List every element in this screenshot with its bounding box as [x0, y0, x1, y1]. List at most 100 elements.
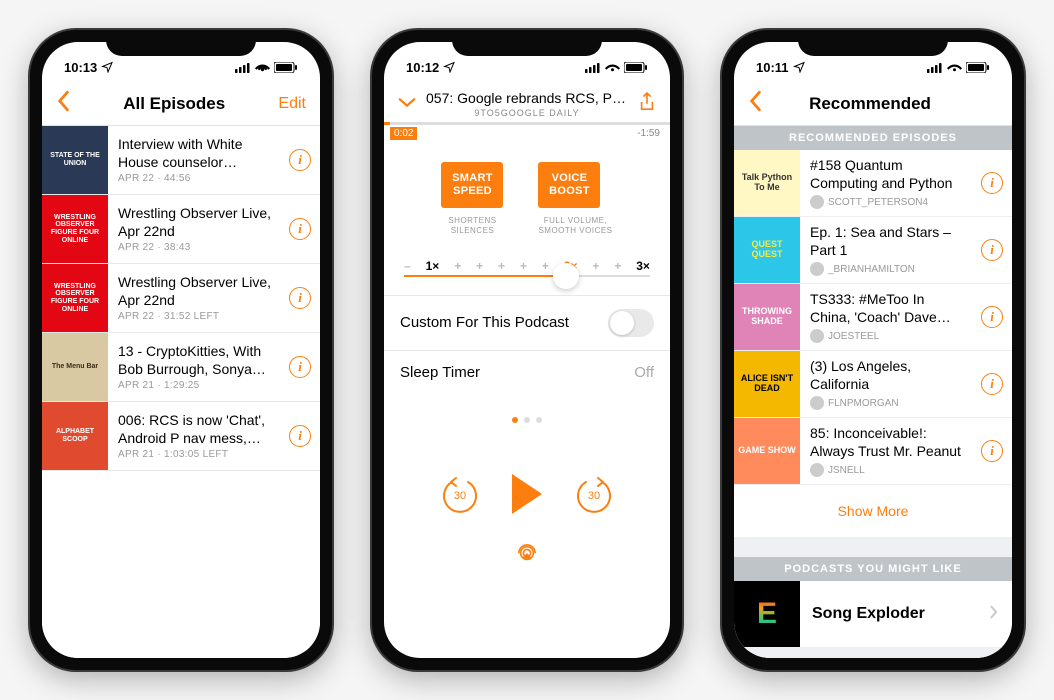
voice-boost-button[interactable]: VOICE BOOST — [538, 162, 600, 208]
time-elapsed: 0:02 — [390, 127, 417, 140]
episode-row[interactable]: WRESTLING OBSERVER FIGURE FOUR ONLINEWre… — [42, 195, 320, 264]
episode-row[interactable]: The Menu Bar13 - CryptoKitties, With Bob… — [42, 333, 320, 402]
show-more-button[interactable]: Show More — [734, 485, 1012, 537]
episode-title: TS333: #MeToo In China, 'Coach' Dave Dau… — [810, 291, 968, 326]
signal-icon — [585, 62, 601, 73]
collapse-button[interactable] — [398, 95, 416, 113]
speed-slider[interactable] — [404, 275, 650, 277]
recommended-scroll[interactable]: RECOMMENDED EPISODES Talk Python To Me#1… — [734, 126, 1012, 658]
share-button[interactable] — [638, 91, 656, 118]
custom-toggle-row[interactable]: Custom For This Podcast — [384, 295, 670, 350]
player-header: 057: Google rebrands RCS, Please a... 9T… — [384, 82, 670, 122]
episode-title: 006: RCS is now 'Chat', Android P nav me… — [118, 412, 274, 447]
recommended-row[interactable]: GAME SHOW 85: Inconceivable!: Always Trus… — [734, 418, 1012, 485]
podcast-row[interactable]: E Song Exploder — [734, 581, 1012, 647]
info-button[interactable]: i — [972, 373, 1012, 395]
avatar-icon — [810, 262, 824, 276]
episode-list[interactable]: STATE OF THE UNION Interview with White H… — [42, 126, 320, 658]
skip-back-button[interactable]: 30 — [440, 474, 480, 514]
info-button[interactable]: i — [280, 356, 320, 378]
episode-meta: APR 22 · 31:52 LEFT — [118, 311, 274, 322]
location-icon — [793, 61, 805, 73]
episode-title: Wrestling Observer Live, Apr 22nd — [118, 274, 274, 309]
progress-bar[interactable] — [384, 122, 670, 125]
notch — [798, 30, 948, 56]
page-indicator[interactable] — [384, 394, 670, 444]
battery-icon — [274, 62, 298, 73]
recommended-row[interactable]: ALICE ISN'T DEAD(3) Los Angeles, Califor… — [734, 351, 1012, 418]
recommender: JOESTEEL — [810, 329, 968, 343]
voice-boost-block: VOICE BOOST FULL VOLUME, SMOOTH VOICES — [538, 162, 612, 237]
avatar-icon — [810, 195, 824, 209]
episode-artwork: GAME SHOW — [734, 418, 800, 484]
location-icon — [443, 61, 455, 73]
page-title: Recommended — [762, 94, 978, 114]
skip-forward-button[interactable]: 30 — [574, 474, 614, 514]
page-title: All Episodes — [70, 94, 278, 114]
voice-boost-desc: FULL VOLUME, SMOOTH VOICES — [538, 216, 612, 237]
info-button[interactable]: i — [280, 425, 320, 447]
info-button[interactable]: i — [972, 239, 1012, 261]
episode-artwork: STATE OF THE UNION — [42, 126, 108, 194]
status-time: 10:12 — [406, 60, 439, 75]
episode-meta: APR 22 · 38:43 — [118, 242, 274, 253]
recommended-row[interactable]: THROWING SHADE TS333: #MeToo In China, 'C… — [734, 284, 1012, 351]
podcast-name: 9TO5GOOGLE DAILY — [426, 108, 628, 118]
nav-bar: Recommended — [734, 82, 1012, 126]
info-button[interactable]: i — [280, 218, 320, 240]
custom-label: Custom For This Podcast — [400, 314, 569, 331]
wifi-icon — [255, 62, 270, 73]
episode-title: Ep. 1: Sea and Stars – Part 1 — [810, 224, 968, 259]
svg-text:30: 30 — [588, 490, 600, 502]
smart-speed-button[interactable]: SMART SPEED — [441, 162, 503, 208]
notch — [452, 30, 602, 56]
episode-artwork: WRESTLING OBSERVER FIGURE FOUR ONLINE — [42, 264, 108, 332]
smart-speed-desc: SHORTENS SILENCES — [441, 216, 503, 237]
episode-row[interactable]: ALPHABET SCOOP006: RCS is now 'Chat', An… — [42, 402, 320, 471]
info-button[interactable]: i — [972, 440, 1012, 462]
location-icon — [101, 61, 113, 73]
phone-recommended: 10:11 Recommended RECOMMENDED EPISODES T… — [722, 30, 1024, 670]
status-time: 10:11 — [756, 60, 789, 75]
time-remaining: -1:59 — [633, 127, 664, 140]
speed-knob[interactable] — [553, 263, 579, 289]
episode-artwork: ALICE ISN'T DEAD — [734, 351, 800, 417]
avatar-icon — [810, 329, 824, 343]
sleep-label: Sleep Timer — [400, 364, 480, 381]
battery-icon — [624, 62, 648, 73]
episode-artwork: Talk Python To Me — [734, 150, 800, 216]
episode-meta: APR 22 · 44:56 — [118, 173, 274, 184]
info-button[interactable]: i — [972, 306, 1012, 328]
recommended-row[interactable]: QUEST QUESTEp. 1: Sea and Stars – Part 1… — [734, 217, 1012, 284]
info-button[interactable]: i — [280, 287, 320, 309]
episode-row[interactable]: WRESTLING OBSERVER FIGURE FOUR ONLINE Wre… — [42, 264, 320, 333]
avatar-icon — [810, 463, 824, 477]
podcast-name: Song Exploder — [800, 605, 990, 623]
avatar-icon — [810, 396, 824, 410]
info-button[interactable]: i — [972, 172, 1012, 194]
info-button[interactable]: i — [280, 149, 320, 171]
airplay-button[interactable] — [384, 524, 670, 581]
recommender: FLNPMORGAN — [810, 396, 968, 410]
wifi-icon — [947, 62, 962, 73]
nav-bar: All Episodes Edit — [42, 82, 320, 126]
back-button[interactable] — [56, 90, 70, 117]
play-button[interactable] — [512, 474, 542, 514]
recommended-row[interactable]: Talk Python To Me #158 Quantum Computing … — [734, 150, 1012, 217]
notch — [106, 30, 256, 56]
signal-icon — [235, 62, 251, 73]
sleep-value: Off — [634, 364, 654, 381]
episode-row[interactable]: STATE OF THE UNION Interview with White H… — [42, 126, 320, 195]
edit-button[interactable]: Edit — [278, 95, 306, 113]
episode-artwork: THROWING SHADE — [734, 284, 800, 350]
episode-artwork: WRESTLING OBSERVER FIGURE FOUR ONLINE — [42, 195, 108, 263]
episode-meta: APR 21 · 1:29:25 — [118, 380, 274, 391]
episode-title: 85: Inconceivable!: Always Trust Mr. Pea… — [810, 425, 968, 460]
phone-player: 10:12 057: Google rebrands RCS, Please a… — [372, 30, 682, 670]
custom-toggle[interactable] — [608, 309, 654, 337]
back-button[interactable] — [748, 90, 762, 117]
battery-icon — [966, 62, 990, 73]
episode-title: Interview with White House counselor Kel… — [118, 136, 274, 171]
sleep-timer-row[interactable]: Sleep Timer Off — [384, 350, 670, 394]
episode-title: #158 Quantum Computing and Python — [810, 157, 968, 192]
